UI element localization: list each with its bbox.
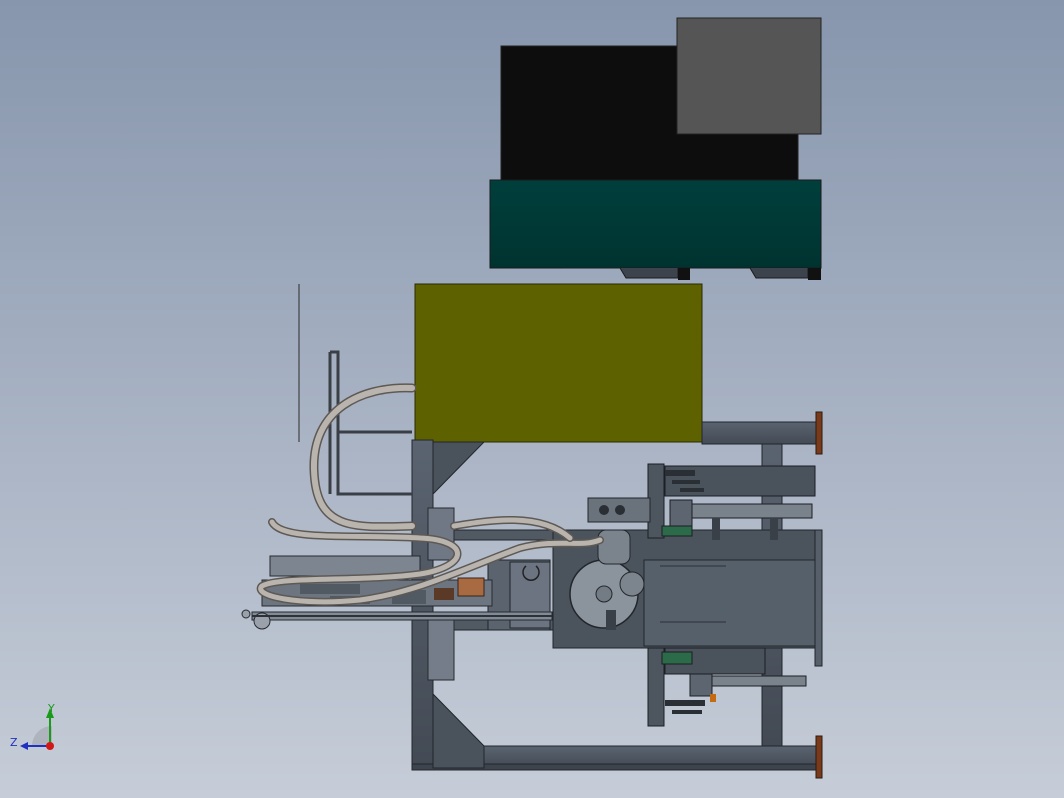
axis-label-z: Z [10, 736, 18, 749]
axis-label-y: Y [47, 702, 55, 715]
olive-hopper-box[interactable] [414, 283, 703, 443]
cabinet-foot-right [749, 267, 809, 279]
coordinate-triad-icon: Y Z [10, 702, 55, 750]
cabinet-foot-block-left [678, 268, 690, 280]
gray-cabinet[interactable] [676, 17, 822, 135]
right-upper-mechanism [647, 463, 816, 540]
upper-cabinet-group [489, 17, 822, 280]
cad-viewport[interactable]: Y Z [0, 0, 1064, 798]
left-bracket [328, 350, 412, 496]
cabinet-foot-block-right [808, 268, 821, 280]
machine-assembly-drawing: Y Z [10, 17, 823, 779]
teal-cabinet[interactable] [489, 179, 822, 269]
cabinet-foot-left [562, 267, 679, 279]
